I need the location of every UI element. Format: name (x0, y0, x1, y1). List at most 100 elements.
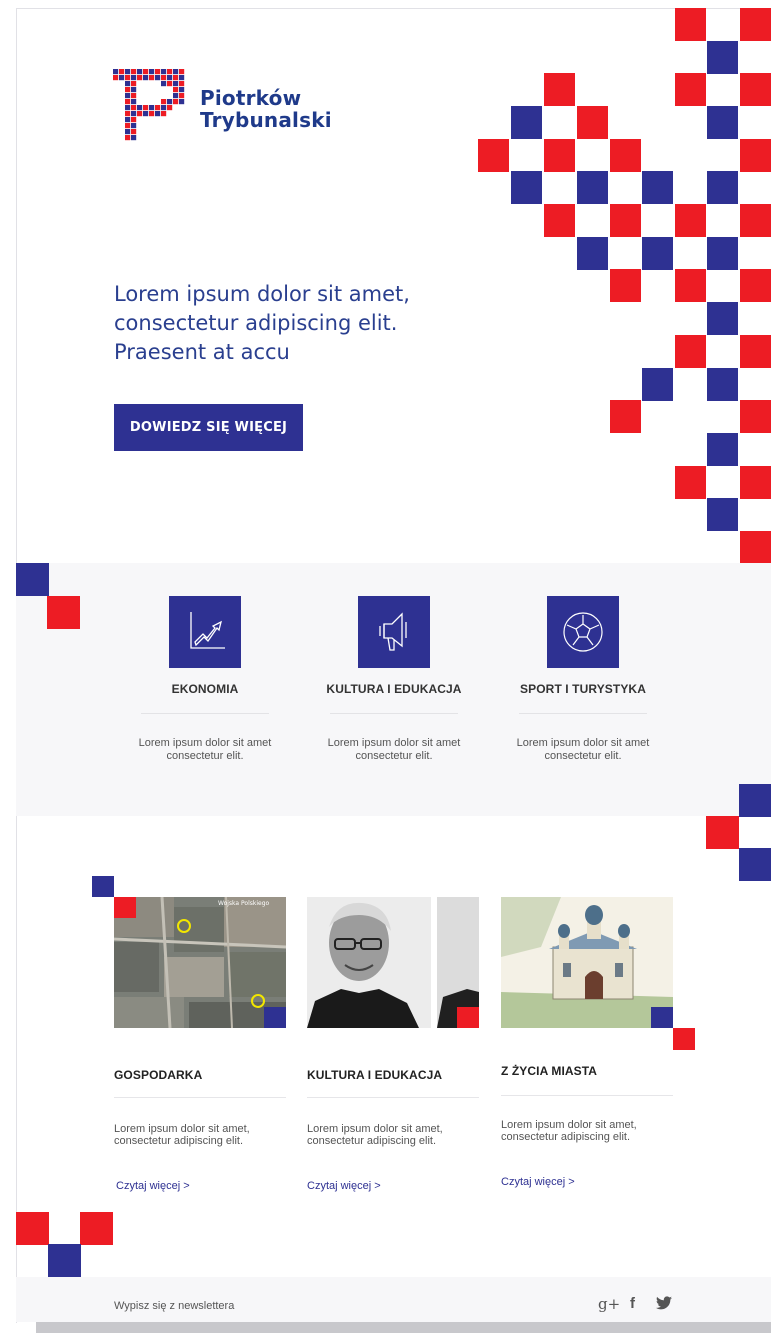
read-more-link[interactable]: Czytaj więcej > (501, 1176, 575, 1188)
read-more-link[interactable]: Czytaj więcej > (307, 1180, 381, 1192)
logo-cell (173, 75, 179, 81)
logo-cell (119, 69, 125, 75)
logo-cell (125, 117, 131, 123)
article-divider (114, 1097, 286, 1098)
pattern-square (577, 237, 608, 270)
pattern-square (478, 139, 509, 172)
deco-square (47, 596, 80, 629)
pattern-square (707, 433, 738, 466)
deco-square (16, 1212, 49, 1245)
logo-cell (167, 105, 173, 111)
logo-cell (173, 93, 179, 99)
pattern-square (675, 204, 706, 237)
deco-square (114, 897, 136, 918)
footer: Wypisz się z newslettera g+ f (16, 1277, 771, 1322)
article-title: KULTURA I EDUKACJA (307, 1068, 443, 1082)
category-divider (330, 713, 458, 714)
logo-cell (167, 75, 173, 81)
pattern-square (740, 400, 771, 433)
pattern-square (740, 466, 771, 499)
deco-square (739, 784, 771, 817)
pattern-square (610, 139, 641, 172)
unsubscribe-link[interactable]: Wypisz się z newslettera (114, 1300, 234, 1312)
logo-cell (125, 123, 131, 129)
logo-cell (131, 81, 137, 87)
google-plus-icon[interactable]: g+ (598, 1294, 620, 1314)
logo-cell (125, 93, 131, 99)
pattern-square (642, 171, 673, 204)
logo-cell (131, 117, 137, 123)
pattern-square (544, 73, 575, 106)
pattern-square (707, 498, 738, 531)
pattern-square (675, 8, 706, 41)
article-divider (501, 1095, 673, 1096)
logo-cell (155, 69, 161, 75)
logo-cell (161, 105, 167, 111)
twitter-icon[interactable] (656, 1296, 672, 1316)
logo-cell (179, 99, 185, 105)
deco-square (739, 848, 771, 881)
pattern-square (675, 269, 706, 302)
pattern-square (675, 466, 706, 499)
deco-square (92, 876, 114, 897)
logo-cell (155, 111, 161, 117)
pattern-square (707, 106, 738, 139)
article-image-portrait[interactable] (307, 897, 479, 1028)
logo-cell (161, 75, 167, 81)
pattern-square (642, 368, 673, 401)
pattern-square (740, 8, 771, 41)
logo-cell (125, 75, 131, 81)
logo-cell (179, 93, 185, 99)
logo-cell (137, 105, 143, 111)
hero-headline: Lorem ipsum dolor sit amet, consectetur … (114, 282, 410, 365)
map-street-label: Wojska Polskiego (218, 900, 270, 907)
category-divider (519, 713, 647, 714)
article-divider (307, 1097, 479, 1098)
logo-cell (131, 93, 137, 99)
logo-cell (125, 87, 131, 93)
pattern-square (511, 171, 542, 204)
article-image-church[interactable] (501, 897, 673, 1028)
logo-cell (167, 69, 173, 75)
pattern-square (544, 204, 575, 237)
pattern-square (511, 106, 542, 139)
read-more-link[interactable]: Czytaj więcej > (116, 1180, 190, 1192)
pattern-square (610, 204, 641, 237)
logo-cell (155, 75, 161, 81)
facebook-icon[interactable]: f (630, 1294, 635, 1314)
logo-cell (143, 105, 149, 111)
pattern-square (740, 335, 771, 368)
pattern-square (675, 335, 706, 368)
learn-more-button[interactable]: DOWIEDZ SIĘ WIĘCEJ (114, 404, 303, 451)
logo-cell (161, 69, 167, 75)
logo-cell (143, 111, 149, 117)
logo-cell (131, 105, 137, 111)
logo-cell (131, 99, 137, 105)
logo-cell (173, 69, 179, 75)
logo-cell (167, 99, 173, 105)
pattern-square (675, 73, 706, 106)
logo-cell (131, 111, 137, 117)
logo-cell (131, 135, 137, 141)
logo-cell (125, 111, 131, 117)
logo-cell (131, 69, 137, 75)
logo-cell (173, 99, 179, 105)
logo-cell (125, 129, 131, 135)
pattern-square (707, 237, 738, 270)
deco-square (651, 1007, 673, 1028)
chart-growth-icon (169, 596, 241, 668)
logo-cell (125, 69, 131, 75)
logo-cell (131, 75, 137, 81)
pattern-square (740, 73, 771, 106)
logo-cell (137, 75, 143, 81)
deco-square (16, 563, 49, 596)
article-image-map[interactable]: Wojska Polskiego (114, 897, 286, 1028)
pattern-square (642, 237, 673, 270)
pattern-square (707, 368, 738, 401)
logo-cell (149, 111, 155, 117)
logo-cell (125, 99, 131, 105)
pattern-square (740, 204, 771, 237)
category-title: EKONOMIA (171, 682, 239, 696)
deco-square (80, 1212, 113, 1245)
logo-cell (173, 81, 179, 87)
